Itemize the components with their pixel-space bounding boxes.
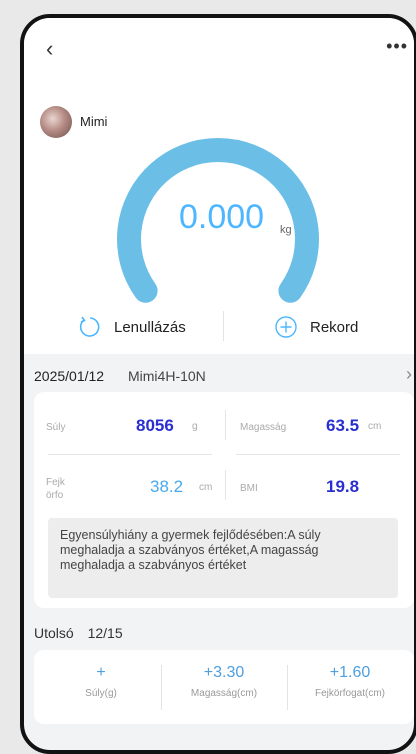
weight-change-value: + xyxy=(96,664,106,681)
refresh-icon xyxy=(78,315,102,339)
weight-label: Súly xyxy=(46,422,66,433)
stat-divider xyxy=(287,665,288,710)
last-label: Utolsó xyxy=(34,625,74,641)
bmi-label: BMI xyxy=(240,483,258,494)
scale-panel: ‹ ••• Mimi 0.000 kg Lenullázás Rekord xyxy=(24,18,414,354)
record-label: Rekord xyxy=(310,318,359,336)
stat-divider xyxy=(161,665,162,710)
head-change-label: Fejkörfogat(cm) xyxy=(314,688,385,699)
measurement-date: 2025/01/12 xyxy=(34,368,105,384)
phone-frame: ‹ ••• Mimi 0.000 kg Lenullázás Rekord 20… xyxy=(20,14,416,754)
head-metric-unit: cm xyxy=(199,482,213,493)
measurement-card: Súly 8056 g Magasság 63.5 cm Fejk örfo 3… xyxy=(34,392,414,608)
measurement-header[interactable]: 2025/01/12 Mimi4H-10N › xyxy=(24,356,414,392)
bmi-metric-value: 19.8 xyxy=(326,477,360,496)
growth-warning: Egyensúlyhiány a gyermek fejlődésében:A … xyxy=(48,518,398,598)
height-label: Magasság xyxy=(240,422,287,433)
more-dots-icon[interactable]: ••• xyxy=(386,36,408,57)
metric-divider-vertical xyxy=(225,410,226,440)
metric-divider xyxy=(48,454,212,455)
comparison-card: + Súly(g) +3.30 Magasság(cm) +1.60 Fejkö… xyxy=(34,650,414,724)
weight-unit: kg xyxy=(280,224,292,236)
avatar[interactable] xyxy=(40,106,72,138)
chevron-right-icon[interactable]: › xyxy=(406,364,412,385)
chevron-left-icon[interactable]: ‹ xyxy=(46,36,53,62)
weight-metric-unit: g xyxy=(192,421,198,432)
head-label: Fejk örfo xyxy=(46,477,65,501)
height-metric-unit: cm xyxy=(368,421,382,432)
weight-metric-value: 8056 xyxy=(136,416,174,435)
head-change-value: +1.60 xyxy=(329,664,371,681)
height-change: +3.30 Magasság(cm) xyxy=(165,664,283,699)
metric-divider-vertical xyxy=(225,470,226,500)
height-change-value: +3.30 xyxy=(203,664,245,681)
reset-label: Lenullázás xyxy=(114,318,186,336)
weight-value: 0.000 xyxy=(179,198,265,236)
height-change-label: Magasság(cm) xyxy=(190,688,258,699)
last-comparison-header: Utolsó 12/15 xyxy=(34,625,123,641)
head-metric-value: 38.2 xyxy=(150,477,184,496)
height-metric-value: 63.5 xyxy=(326,416,360,435)
weight-change-label: Súly(g) xyxy=(85,688,117,699)
metric-divider xyxy=(236,454,400,455)
record-button[interactable]: Rekord xyxy=(274,315,358,339)
plus-circle-icon xyxy=(274,315,298,339)
head-change: +1.60 Fejkörfogat(cm) xyxy=(291,664,409,699)
reset-button[interactable]: Lenullázás xyxy=(78,315,186,339)
weight-change: + Súly(g) xyxy=(42,664,160,699)
device-name: Mimi4H-10N xyxy=(128,368,206,384)
last-date: 12/15 xyxy=(87,625,123,641)
user-name: Mimi xyxy=(80,114,108,129)
action-divider xyxy=(223,311,224,341)
